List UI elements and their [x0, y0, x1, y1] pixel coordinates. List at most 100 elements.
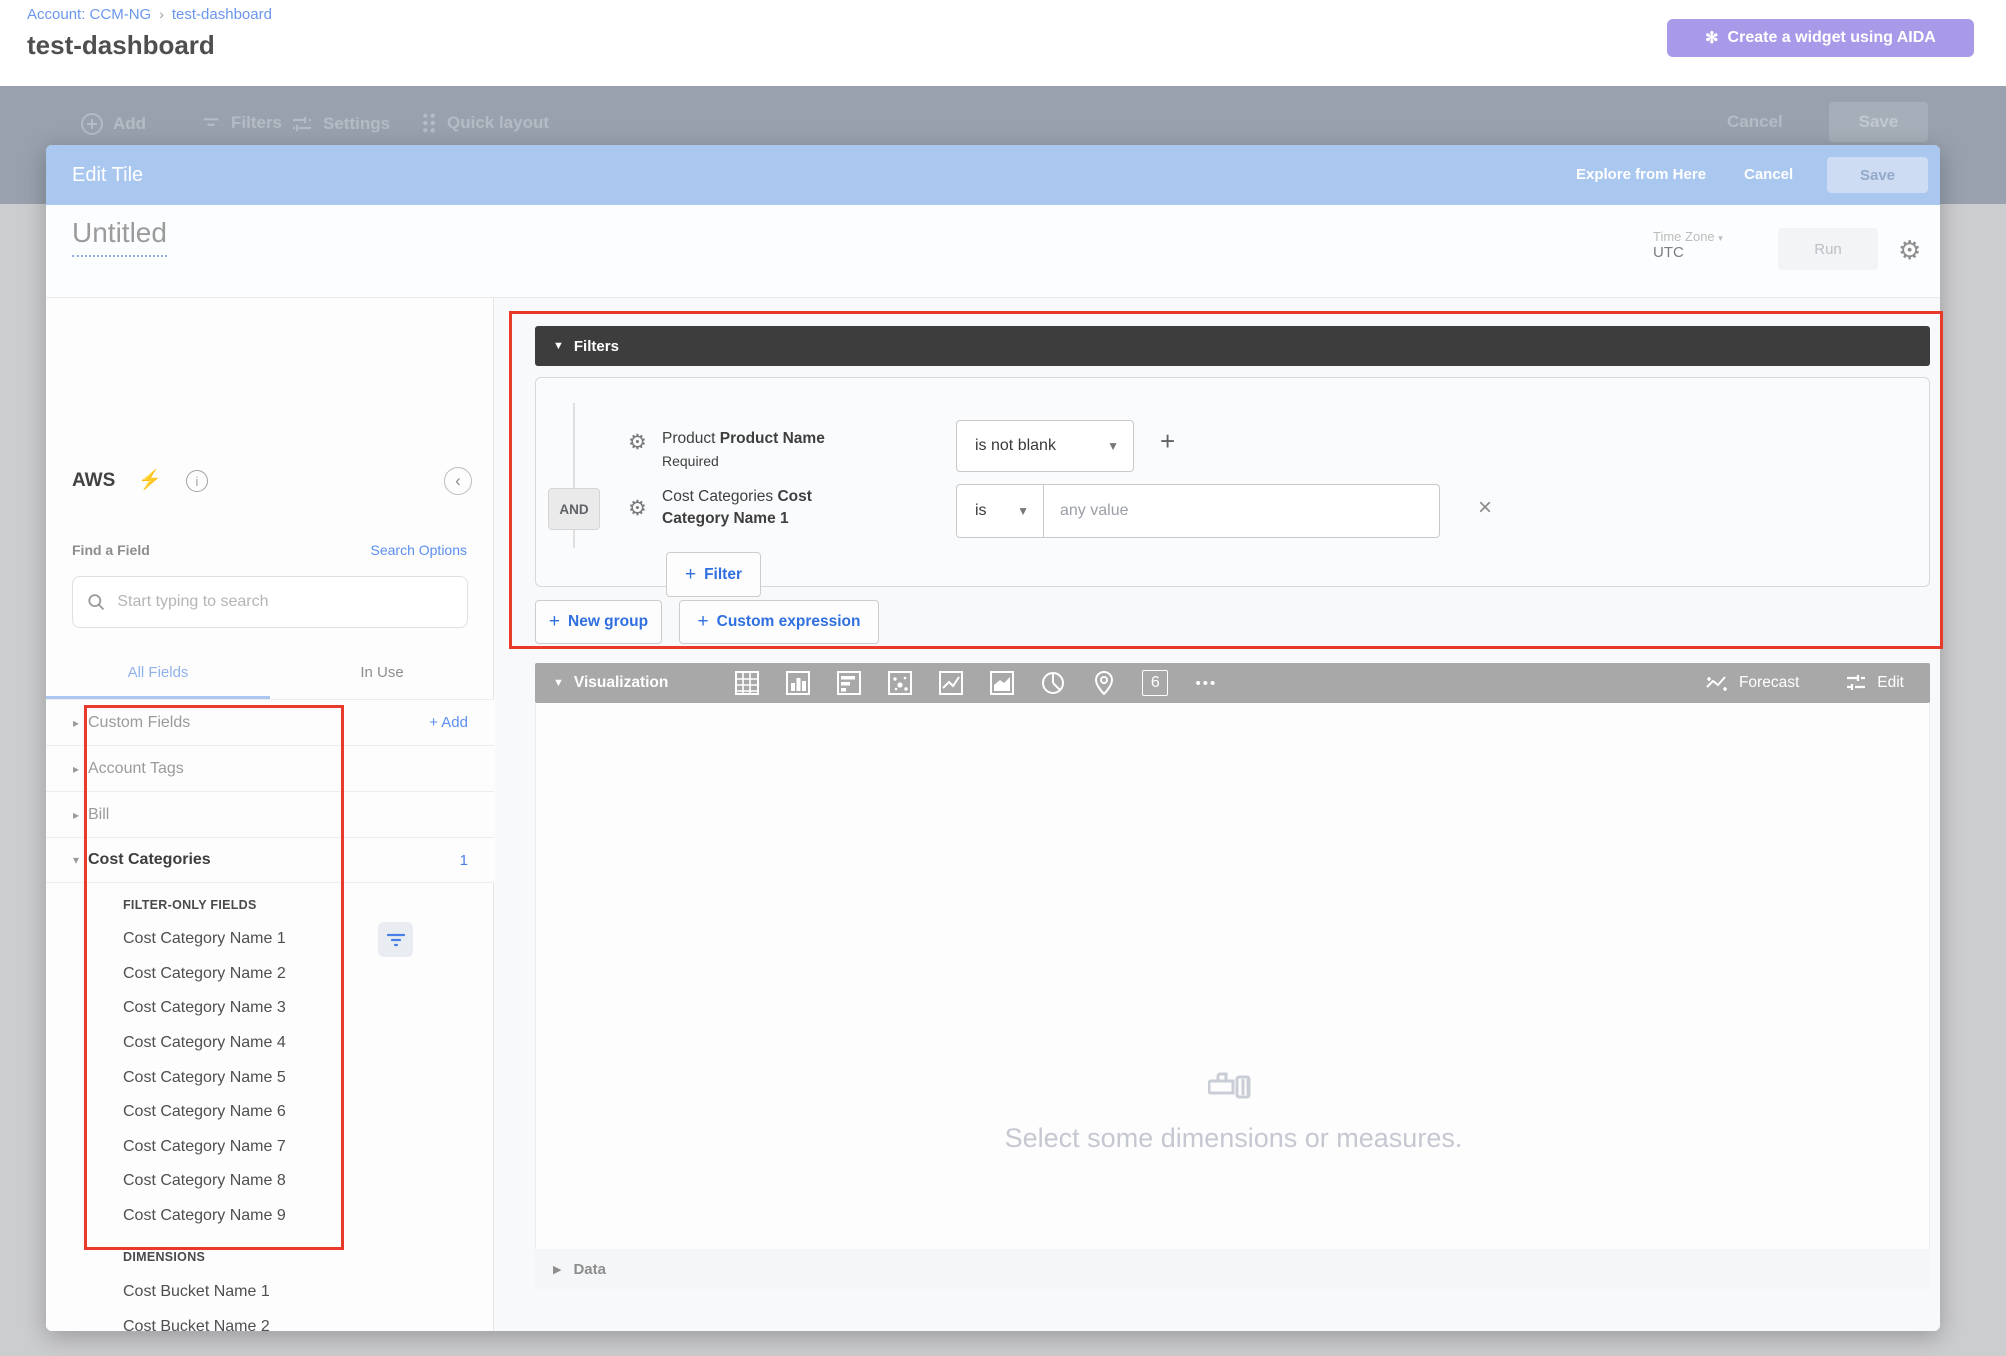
filter-field-gear-icon[interactable]: ⚙ — [628, 430, 647, 455]
plus-icon: + — [685, 564, 696, 586]
plus-icon: + — [698, 611, 709, 633]
forecast-button[interactable]: Forecast — [1705, 673, 1799, 693]
lightning-bolt-icon: ⚡ — [138, 468, 162, 492]
filter-row1-operator-dropdown[interactable]: is not blank ▼ — [956, 420, 1134, 472]
sidebar-section-cost-categories[interactable]: ▾ Cost Categories 1 — [46, 837, 494, 883]
sidebar-section-account-tags[interactable]: ▸ Account Tags — [46, 745, 494, 791]
add-custom-field-link[interactable]: + Add — [429, 714, 468, 731]
field-item[interactable]: Cost Category Name 1 — [123, 922, 286, 957]
filter-field-gear-icon[interactable]: ⚙ — [628, 496, 647, 521]
viz-type-toolbar: 6 ••• — [732, 668, 1221, 698]
toolbar-filters-button: Filters — [200, 112, 282, 134]
table-viz-icon[interactable] — [732, 668, 762, 698]
field-item[interactable]: Cost Category Name 4 — [123, 1026, 286, 1061]
chevron-down-icon: ▼ — [553, 340, 564, 352]
info-icon[interactable]: i — [186, 470, 208, 492]
run-button[interactable]: Run — [1778, 228, 1878, 270]
tab-in-use[interactable]: In Use — [270, 664, 494, 681]
edit-tile-title: Edit Tile — [72, 164, 143, 187]
toolbar-cancel-button: Cancel — [1727, 112, 1783, 132]
field-item[interactable]: Cost Category Name 6 — [123, 1095, 286, 1130]
field-item[interactable]: Cost Bucket Name 1 — [123, 1275, 270, 1310]
new-group-button[interactable]: +New group — [535, 600, 662, 644]
filter-only-fields-list: Cost Category Name 1 Cost Category Name … — [123, 922, 286, 1233]
toolbar-settings-button: Settings — [290, 112, 390, 136]
field-item[interactable]: Cost Category Name 8 — [123, 1164, 286, 1199]
explore-from-here-link[interactable]: Explore from Here — [1576, 166, 1706, 183]
filter-lines-icon — [200, 112, 222, 134]
visualization-section-header[interactable]: ▼ Visualization 6 ••• Forecast — [535, 663, 1930, 703]
breadcrumb: Account: CCM-NG › test-dashboard — [27, 6, 272, 23]
sliders-icon — [290, 112, 314, 136]
filter-group: ⚙ Product Product Name Required is not b… — [535, 377, 1930, 587]
edit-sliders-icon — [1845, 673, 1867, 693]
filter-only-fields-header: FILTER-ONLY FIELDS — [123, 898, 257, 912]
sidebar-section-custom-fields[interactable]: ▸ Custom Fields + Add — [46, 699, 494, 745]
edit-tile-modal: Edit Tile Explore from Here Cancel Save … — [46, 145, 1940, 1331]
field-picker-sidebar: AWS ⚡ i ‹ Find a Field Search Options Al… — [46, 298, 494, 1331]
cost-categories-count-badge: 1 — [460, 852, 468, 869]
bar-chart-viz-icon[interactable] — [834, 668, 864, 698]
more-viz-types-icon[interactable]: ••• — [1191, 668, 1221, 698]
forecast-sparkle-icon — [1705, 673, 1729, 693]
breadcrumb-separator: › — [159, 6, 164, 22]
field-search[interactable] — [72, 576, 468, 628]
create-widget-aida-button[interactable]: ✻ Create a widget using AIDA — [1667, 19, 1974, 57]
timezone-value: UTC — [1653, 244, 1723, 261]
filter-row2-value-input[interactable] — [1044, 484, 1440, 538]
collapse-sidebar-icon[interactable]: ‹ — [444, 467, 472, 495]
field-item[interactable]: Cost Category Name 3 — [123, 991, 286, 1026]
tab-all-fields[interactable]: All Fields — [46, 664, 270, 681]
page: Account: CCM-NG › test-dashboard test-dash… — [0, 0, 2006, 1356]
search-options-link[interactable]: Search Options — [371, 542, 468, 558]
field-item[interactable]: Cost Category Name 5 — [123, 1060, 286, 1095]
filter-row1-field-label: Product Product Name Required — [662, 428, 912, 473]
breadcrumb-current[interactable]: test-dashboard — [172, 6, 272, 23]
toolbar-quick-layout-button: Quick layout — [420, 112, 549, 134]
single-value-viz-icon[interactable]: 6 — [1140, 668, 1170, 698]
chevron-right-icon: ▸ — [64, 808, 88, 822]
field-item[interactable]: Cost Category Name 9 — [123, 1199, 286, 1234]
tile-settings-gear-icon[interactable]: ⚙ — [1898, 235, 1921, 266]
edit-tile-header: Edit Tile Explore from Here Cancel Save — [46, 145, 1940, 205]
edit-viz-button[interactable]: Edit — [1845, 673, 1904, 693]
empty-state-message: Select some dimensions or measures. — [536, 1123, 1931, 1154]
sidebar-section-bill[interactable]: ▸ Bill — [46, 791, 494, 837]
breadcrumb-account-link[interactable]: Account: CCM-NG — [27, 6, 151, 23]
dropdown-caret-icon: ▼ — [1093, 439, 1119, 453]
custom-expression-button[interactable]: +Custom expression — [679, 600, 879, 644]
dropdown-caret-icon: ▼ — [1003, 504, 1029, 518]
aida-button-label: Create a widget using AIDA — [1728, 29, 1936, 47]
field-item[interactable]: Cost Bucket Name 2 — [123, 1310, 270, 1331]
field-item[interactable]: Cost Category Name 2 — [123, 957, 286, 992]
plus-icon: + — [549, 611, 560, 633]
add-filter-button[interactable]: +Filter — [666, 552, 761, 597]
scatter-viz-icon[interactable] — [885, 668, 915, 698]
chevron-right-icon: ▸ — [64, 762, 88, 776]
timezone-control[interactable]: Time Zone ▾ UTC — [1653, 229, 1723, 261]
dimensions-list: Cost Bucket Name 1 Cost Bucket Name 2 Co… — [123, 1275, 270, 1331]
toolbar-add-button: Add — [80, 112, 146, 136]
remove-filter-icon[interactable]: × — [1478, 494, 1492, 522]
pie-chart-viz-icon[interactable] — [1038, 668, 1068, 698]
search-input[interactable] — [117, 593, 453, 611]
filters-section-header[interactable]: ▼ Filters — [535, 326, 1930, 366]
chevron-right-icon: ▶ — [553, 1263, 561, 1276]
modal-cancel-button[interactable]: Cancel — [1744, 166, 1793, 183]
add-filter-value-plus-icon[interactable]: + — [1160, 426, 1175, 457]
map-viz-icon[interactable] — [1089, 668, 1119, 698]
tile-name-input[interactable]: Untitled — [72, 217, 167, 257]
logic-and-chip[interactable]: AND — [548, 488, 600, 530]
area-chart-viz-icon[interactable] — [987, 668, 1017, 698]
field-item[interactable]: Cost Category Name 7 — [123, 1130, 286, 1165]
find-a-field-label: Find a Field — [72, 542, 150, 558]
flashlight-icon — [1208, 1071, 1254, 1106]
chevron-down-icon: ▾ — [64, 853, 88, 867]
field-filter-toggle-button[interactable] — [378, 922, 413, 957]
filter-row1-required: Required — [662, 453, 719, 469]
column-chart-viz-icon[interactable] — [783, 668, 813, 698]
data-section-header[interactable]: ▶ Data — [535, 1249, 1930, 1289]
line-chart-viz-icon[interactable] — [936, 668, 966, 698]
filter-row2-operator-dropdown[interactable]: is ▼ — [956, 484, 1044, 538]
modal-save-button[interactable]: Save — [1827, 157, 1928, 193]
